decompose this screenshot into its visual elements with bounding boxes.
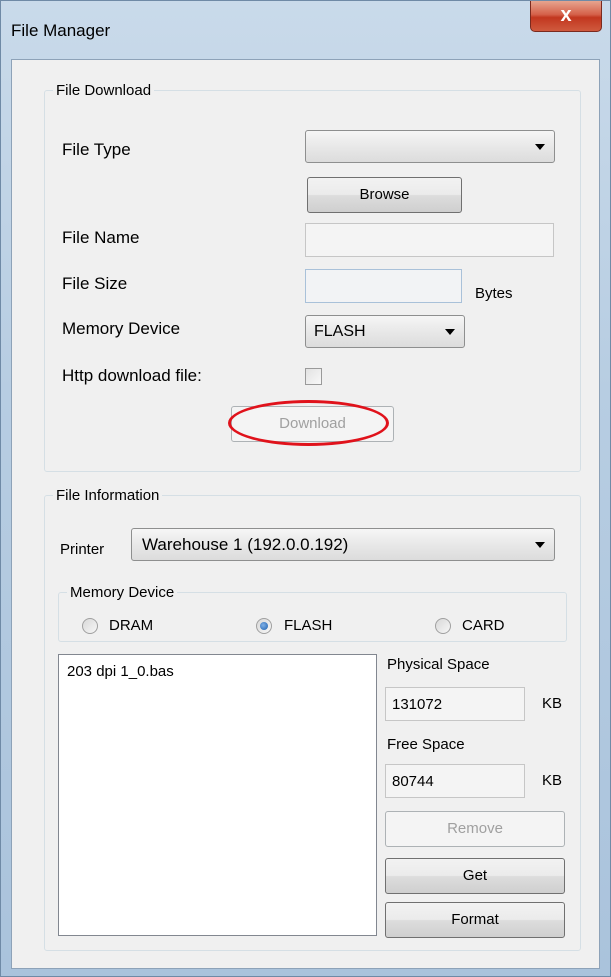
free-space-field: 80744 (385, 764, 525, 798)
window-title: File Manager (11, 21, 111, 40)
remove-button[interactable]: Remove (385, 811, 565, 847)
radio-flash-label: FLASH (284, 617, 333, 634)
bytes-label: Bytes (475, 285, 513, 302)
file-information-group-label: File Information (53, 487, 163, 504)
free-space-unit: KB (542, 772, 563, 789)
http-download-checkbox[interactable] (305, 368, 322, 385)
file-name-field[interactable] (305, 223, 554, 257)
file-manager-window: File Manager x File Download File Type B… (0, 0, 611, 977)
radio-flash[interactable] (256, 618, 272, 634)
physical-space-unit: KB (542, 695, 563, 712)
radio-dram[interactable] (82, 618, 98, 634)
memory-device-select[interactable]: FLASH (305, 315, 465, 348)
file-size-field[interactable] (305, 269, 462, 303)
close-icon: x (560, 4, 572, 26)
chevron-down-icon (535, 144, 545, 150)
physical-space-field: 131072 (385, 687, 525, 721)
radio-card[interactable] (435, 618, 451, 634)
file-download-group-label: File Download (53, 82, 155, 99)
close-button[interactable]: x (530, 1, 602, 32)
chevron-down-icon (445, 329, 455, 335)
get-button[interactable]: Get (385, 858, 565, 894)
radio-card-label: CARD (462, 617, 505, 634)
http-download-label: Http download file: (62, 366, 202, 385)
list-item[interactable]: 203 dpi 1_0.bas (67, 663, 174, 680)
physical-space-label: Physical Space (387, 656, 490, 673)
file-type-label: File Type (62, 140, 131, 159)
file-list[interactable]: 203 dpi 1_0.bas (58, 654, 377, 936)
memory-device-value: FLASH (314, 323, 366, 340)
format-button[interactable]: Format (385, 902, 565, 938)
free-space-value: 80744 (392, 773, 434, 790)
free-space-label: Free Space (387, 736, 465, 753)
printer-label: Printer (60, 541, 105, 558)
physical-space-value: 131072 (392, 696, 443, 713)
title-bar[interactable]: File Manager x (1, 1, 610, 59)
chevron-down-icon (535, 542, 545, 548)
memory-device-label: Memory Device (62, 319, 181, 338)
radio-dram-label: DRAM (109, 617, 154, 634)
file-size-label: File Size (62, 274, 128, 293)
download-highlight-circle (228, 400, 389, 446)
printer-select[interactable]: Warehouse 1 (192.0.0.192) (131, 528, 555, 561)
file-name-label: File Name (62, 228, 140, 247)
file-type-select[interactable] (305, 130, 555, 163)
browse-button[interactable]: Browse (307, 177, 462, 213)
memory-device-group-label: Memory Device (67, 584, 178, 601)
printer-value: Warehouse 1 (192.0.0.192) (142, 535, 349, 554)
